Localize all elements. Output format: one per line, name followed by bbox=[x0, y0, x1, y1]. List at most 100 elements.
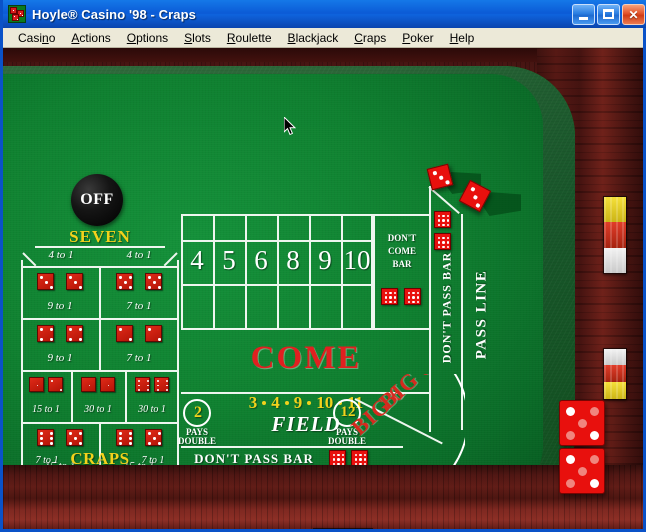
place-number-label: 9 bbox=[318, 245, 332, 275]
prop-odds-boxcars: 30 to 1 bbox=[138, 404, 166, 415]
place-number-4[interactable]: 4 bbox=[181, 240, 213, 284]
window-controls: ✕ bbox=[572, 3, 646, 25]
prop-odds-snake-eyes: 30 to 1 bbox=[84, 404, 112, 415]
bottom-wood-rail bbox=[3, 465, 643, 529]
dont-pass-vertical-die-1 bbox=[434, 211, 451, 228]
dont-come-line2: COME bbox=[388, 246, 416, 256]
maximize-button[interactable] bbox=[597, 3, 620, 25]
menu-item-options[interactable]: Options bbox=[119, 29, 176, 47]
prop-cell-hard-eight[interactable]: 9 to 1 bbox=[21, 318, 99, 370]
dealer-puck[interactable]: OFF bbox=[71, 174, 123, 226]
prop-die-snake-eyes-1 bbox=[81, 377, 96, 392]
prop-die-any-craps-three-1 bbox=[29, 377, 44, 392]
prop-die-eleven-right-2 bbox=[145, 429, 162, 446]
prop-cell-boxcars[interactable]: 30 to 1 bbox=[125, 370, 179, 422]
seven-odds-right: 4 to 1 bbox=[126, 249, 152, 261]
field-number-3[interactable]: 3 bbox=[249, 393, 258, 413]
prop-die-eleven-left-1 bbox=[37, 429, 54, 446]
dont-come-line1: DON'T bbox=[387, 233, 417, 243]
minimize-button[interactable] bbox=[572, 3, 595, 25]
field-separator-dot bbox=[262, 401, 267, 405]
dont-pass-bar-vertical-label: DON'T PASS BAR bbox=[439, 251, 454, 364]
chip-white[interactable] bbox=[604, 349, 626, 366]
menu-item-help[interactable]: Help bbox=[442, 29, 483, 47]
place-number-9[interactable]: 9 bbox=[309, 240, 341, 284]
place-number-8[interactable]: 8 bbox=[277, 240, 309, 284]
prop-die-hard-four-2 bbox=[145, 325, 162, 342]
result-die-2 bbox=[559, 448, 605, 494]
menu-item-blackjack[interactable]: Blackjack bbox=[280, 29, 347, 47]
prop-die-boxcars-2 bbox=[154, 377, 169, 392]
place-bets-grid[interactable]: 4 5 6 8 9 10 bbox=[181, 214, 373, 330]
result-die-1 bbox=[559, 400, 605, 446]
menu-item-craps[interactable]: Craps bbox=[346, 29, 394, 47]
dont-come-line3: BAR bbox=[392, 259, 412, 269]
pass-line-vertical-label: PASS LINE bbox=[473, 269, 490, 360]
prop-cell-hard-four[interactable]: 7 to 1 bbox=[99, 318, 179, 370]
place-number-10[interactable]: 10 bbox=[341, 240, 373, 284]
chip-red[interactable] bbox=[604, 222, 626, 248]
place-number-label: 10 bbox=[343, 245, 371, 275]
prop-die-eleven-left-2 bbox=[66, 429, 83, 446]
seven-odds-left: 4 to 1 bbox=[48, 249, 74, 261]
prop-cell-hard-ten[interactable]: 7 to 1 bbox=[99, 266, 179, 318]
chip-rack-bottom-center[interactable] bbox=[313, 528, 373, 529]
dont-come-die-1 bbox=[381, 288, 398, 305]
dont-pass-vertical-die-2 bbox=[434, 233, 451, 250]
prop-cell-snake-eyes[interactable]: 30 to 1 bbox=[71, 370, 125, 422]
prop-cell-any-craps-three[interactable]: 15 to 1 bbox=[21, 370, 71, 422]
window-title: Hoyle® Casino '98 - Craps bbox=[32, 6, 196, 22]
close-icon: ✕ bbox=[628, 7, 639, 22]
field-separator-dot bbox=[284, 401, 289, 405]
field-two-label: 2 bbox=[194, 404, 202, 421]
field-number-9[interactable]: 9 bbox=[294, 393, 303, 413]
game-canvas[interactable]: OFF SEVEN 4 to 1 4 to 1 9 to 1 7 to 1 9 … bbox=[3, 48, 643, 529]
prop-die-hard-ten-1 bbox=[116, 273, 133, 290]
prop-odds-hard-four: 7 to 1 bbox=[126, 352, 152, 364]
prop-die-hard-six-1 bbox=[37, 273, 54, 290]
field-two-circle[interactable]: 2 bbox=[183, 399, 211, 427]
menu-bar: Casino Actions Options Slots Roulette Blackja… bbox=[3, 28, 643, 48]
menu-item-roulette[interactable]: Roulette bbox=[219, 29, 280, 47]
chip-rack-lower-right[interactable] bbox=[603, 348, 627, 400]
mouse-pointer bbox=[284, 117, 296, 136]
place-number-label: 6 bbox=[254, 245, 268, 275]
chip-yellow[interactable] bbox=[604, 381, 626, 400]
place-number-label: 4 bbox=[190, 245, 204, 275]
application-window: Hoyle® Casino '98 - Craps ✕ Casino Action… bbox=[0, 0, 646, 532]
proposition-bets-area[interactable]: SEVEN 4 to 1 4 to 1 9 to 1 7 to 1 9 to 1 7 … bbox=[21, 224, 179, 480]
prop-die-boxcars-1 bbox=[135, 377, 150, 392]
prop-die-hard-eight-2 bbox=[66, 325, 83, 342]
dont-come-bar-cell[interactable]: DON'T COME BAR bbox=[373, 214, 431, 330]
seven-label[interactable]: SEVEN bbox=[21, 228, 179, 245]
prop-die-snake-eyes-2 bbox=[100, 377, 115, 392]
menu-item-casino[interactable]: Casino bbox=[10, 29, 63, 47]
dont-come-die-2 bbox=[404, 288, 421, 305]
prop-odds-hard-six: 9 to 1 bbox=[47, 300, 73, 312]
field-separator-dot bbox=[307, 401, 312, 405]
prop-odds-hard-ten: 7 to 1 bbox=[126, 300, 152, 312]
prop-odds-any-craps-three: 15 to 1 bbox=[32, 404, 60, 415]
prop-die-hard-ten-2 bbox=[145, 273, 162, 290]
field-number-4[interactable]: 4 bbox=[271, 393, 280, 413]
close-button[interactable]: ✕ bbox=[622, 3, 645, 25]
menu-item-slots[interactable]: Slots bbox=[176, 29, 219, 47]
place-number-5[interactable]: 5 bbox=[213, 240, 245, 284]
chip-white[interactable] bbox=[604, 247, 626, 274]
field-two-pays-2: DOUBLE bbox=[177, 436, 216, 446]
menu-item-actions[interactable]: Actions bbox=[63, 29, 118, 47]
prop-cell-hard-six[interactable]: 9 to 1 bbox=[21, 266, 99, 318]
table-felt[interactable]: OFF SEVEN 4 to 1 4 to 1 9 to 1 7 to 1 9 … bbox=[3, 74, 543, 498]
place-number-6[interactable]: 6 bbox=[245, 240, 277, 284]
chip-red[interactable] bbox=[604, 365, 626, 383]
place-number-label: 5 bbox=[222, 245, 236, 275]
chip-yellow[interactable] bbox=[604, 197, 626, 223]
menu-item-poker[interactable]: Poker bbox=[394, 29, 441, 47]
field-number-10[interactable]: 10 bbox=[316, 393, 333, 413]
chip-rack-upper-right[interactable] bbox=[603, 196, 627, 274]
prop-odds-hard-eight: 9 to 1 bbox=[47, 352, 73, 364]
dice-icon bbox=[8, 5, 26, 23]
prop-die-hard-four-1 bbox=[116, 325, 133, 342]
prop-die-hard-eight-1 bbox=[37, 325, 54, 342]
prop-die-eleven-right-1 bbox=[116, 429, 133, 446]
